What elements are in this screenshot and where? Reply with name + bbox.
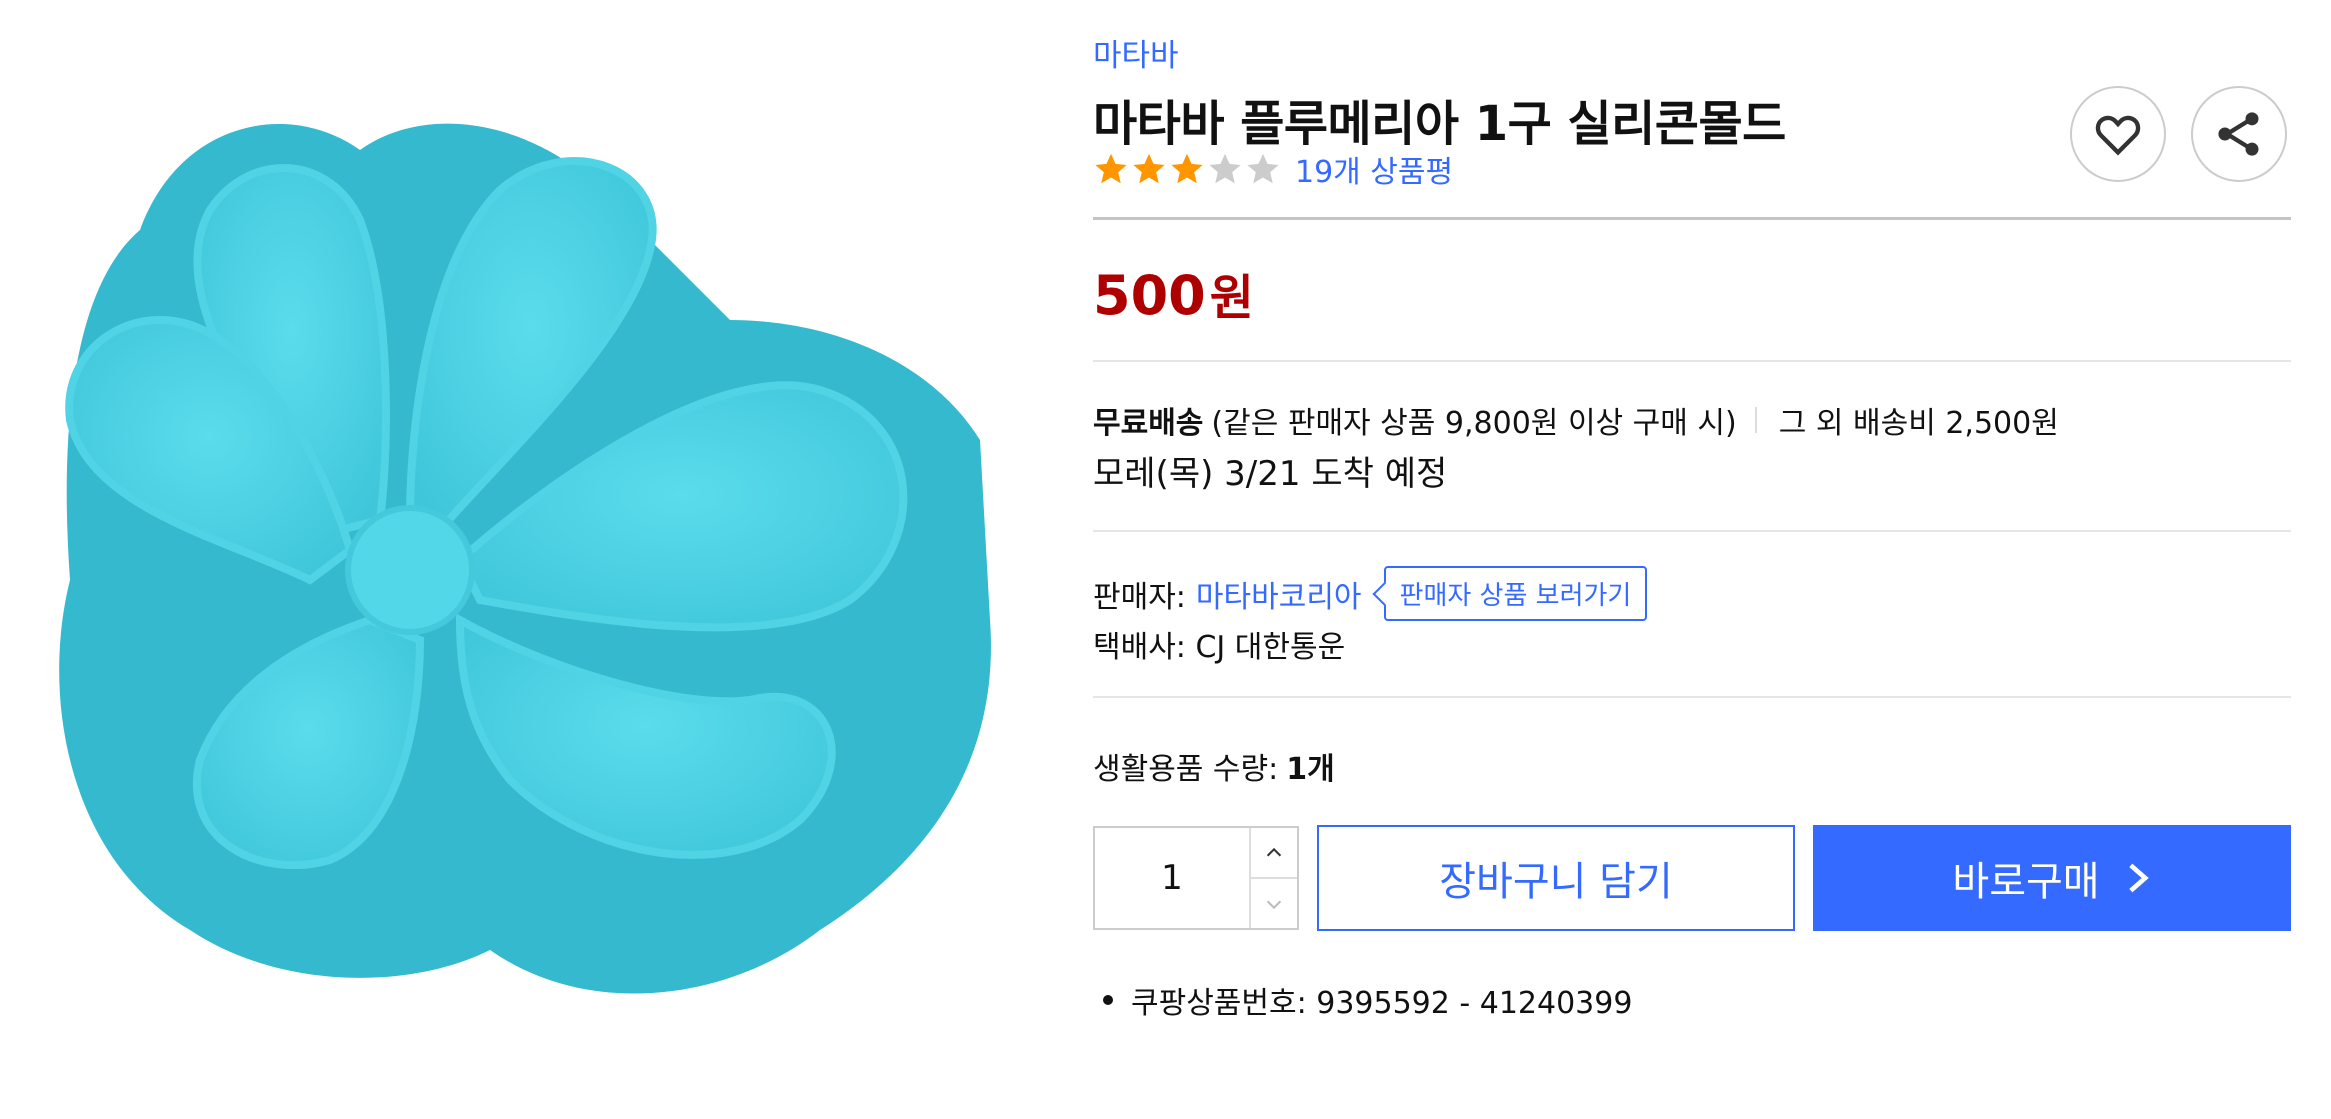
price-amount: 500 (1093, 264, 1206, 327)
shipping-condition: (같은 판매자 상품 9,800원 이상 구매 시) (1211, 406, 1737, 441)
star-empty-icon (1209, 153, 1241, 184)
seller-name-link[interactable]: 마타바코리아 (1196, 572, 1362, 616)
chevron-up-icon (1266, 847, 1282, 856)
star-filled-icon (1171, 153, 1203, 184)
star-filled-icon (1095, 153, 1127, 184)
seller-divider (1093, 696, 2291, 698)
quantity-stepper (1093, 826, 1299, 930)
product-title: 마타바 플루메리아 1구 실리콘몰드 (1093, 96, 1786, 152)
buy-now-button[interactable]: 바로구매 (1813, 825, 2291, 931)
star-rating (1093, 151, 1281, 187)
quantity-label-text: 생활용품 수량: (1093, 752, 1279, 787)
shipping-separator (1754, 407, 1757, 433)
price: 500원 (1093, 258, 1254, 328)
chevron-right-icon (2128, 863, 2149, 893)
courier-info: 택배사: CJ 대한통운 (1093, 630, 1346, 665)
quantity-decrease-button[interactable] (1251, 877, 1297, 928)
chevron-down-icon (1266, 900, 1282, 909)
price-unit: 원 (1209, 270, 1254, 326)
quantity-input[interactable] (1095, 828, 1249, 928)
quantity-stepper-buttons (1249, 828, 1297, 928)
add-to-cart-button[interactable]: 장바구니 담기 (1317, 825, 1795, 931)
arrival-date: 모레(목) 3/21 도착 예정 (1093, 454, 1448, 494)
quantity-label: 생활용품 수량: 1개 (1093, 744, 1335, 788)
quantity-increase-button[interactable] (1251, 828, 1297, 877)
product-number-text: 쿠팡상품번호: 9395592 - 41240399 (1131, 986, 1633, 1021)
shipping-divider (1093, 530, 2291, 532)
bullet-icon (1103, 995, 1113, 1005)
star-empty-icon (1247, 153, 1279, 184)
title-divider (1093, 217, 2291, 220)
wishlist-button[interactable] (2070, 86, 2166, 182)
quantity-label-value: 1개 (1286, 752, 1335, 787)
seller-label: 판매자: (1093, 579, 1186, 615)
heart-icon (2095, 115, 2141, 156)
seller-row: 판매자: 마타바코리아 판매자 상품 보러가기 (1093, 566, 1648, 621)
add-to-cart-label: 장바구니 담기 (1439, 859, 1673, 905)
product-number: 쿠팡상품번호: 9395592 - 41240399 (1093, 978, 1632, 1022)
product-image[interactable] (30, 60, 1020, 1050)
price-divider (1093, 360, 2291, 362)
share-button[interactable] (2191, 86, 2287, 182)
brand-link[interactable]: 마타바 (1093, 30, 1179, 75)
buy-now-label: 바로구매 (1952, 859, 2100, 905)
star-filled-icon (1133, 153, 1165, 184)
share-icon (2218, 112, 2259, 156)
seller-products-link[interactable]: 판매자 상품 보러가기 (1383, 566, 1648, 621)
review-count-link[interactable]: 19개 상품평 (1295, 147, 1453, 191)
shipping-fee: 그 외 배송비 2,500원 (1778, 406, 2059, 441)
product-info-panel: 마타바 마타바 플루메리아 1구 실리콘몰드 19개 상품평 500원 무료배송… (1093, 0, 2291, 1119)
free-shipping-label: 무료배송 (1093, 406, 1204, 441)
rating-row: 19개 상품평 (1093, 148, 1453, 190)
shipping-info: 무료배송 (같은 판매자 상품 9,800원 이상 구매 시) 그 외 배송비 … (1093, 398, 2059, 442)
